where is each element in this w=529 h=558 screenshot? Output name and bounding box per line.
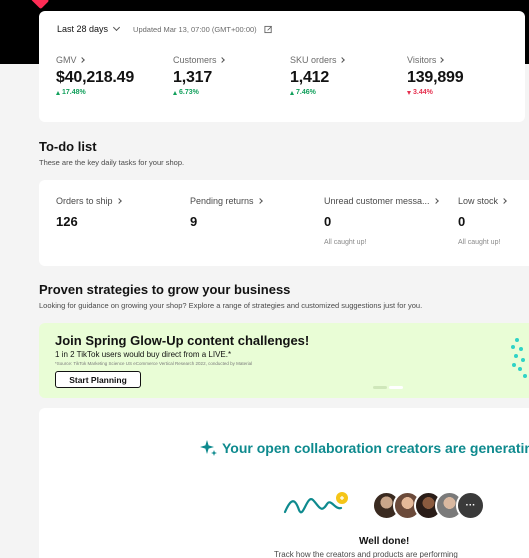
- start-planning-button[interactable]: Start Planning: [55, 371, 141, 388]
- todo-low-stock[interactable]: Low stock 0 All caught up!: [458, 196, 507, 246]
- metric-label: Visitors: [407, 55, 437, 65]
- chevron-right-icon: [256, 198, 263, 204]
- chevron-right-icon: [115, 198, 122, 204]
- edit-icon[interactable]: [264, 25, 273, 34]
- banner-subtitle: 1 in 2 TikTok users would buy direct fro…: [55, 350, 232, 359]
- chevron-right-icon: [438, 57, 445, 63]
- todo-label: Orders to ship: [56, 196, 113, 206]
- arrow-up-icon: [290, 90, 294, 95]
- todo-card: Orders to ship 126 Pending returns 9 Unr…: [39, 180, 529, 266]
- carousel-dot[interactable]: [373, 386, 387, 389]
- track-performance-text: Track how the creators and products are …: [274, 550, 458, 558]
- todo-pending-returns[interactable]: Pending returns 9: [190, 196, 263, 229]
- date-range-dropdown[interactable]: Last 28 days: [57, 23, 121, 34]
- todo-label: Low stock: [458, 196, 499, 206]
- creator-avatars: ···: [372, 491, 485, 520]
- metric-delta: 6.73%: [173, 89, 224, 96]
- well-done-title: Well done!: [359, 536, 410, 547]
- todo-orders-to-ship[interactable]: Orders to ship 126: [56, 196, 122, 229]
- todo-value: 126: [56, 214, 78, 229]
- date-range-row: Last 28 days Updated Mar 13, 07:00 (GMT+…: [57, 23, 273, 34]
- metric-value: 1,412: [290, 69, 330, 86]
- todo-unread-messages[interactable]: Unread customer messa... 0 All caught up…: [324, 196, 439, 246]
- metric-label: SKU orders: [290, 55, 337, 65]
- collab-heading: Your open collaboration creators are gen…: [200, 439, 529, 457]
- metric-customers[interactable]: Customers 1,317 6.73%: [173, 55, 225, 96]
- chevron-right-icon: [78, 57, 85, 63]
- chevron-right-icon: [338, 57, 345, 63]
- todo-note: All caught up!: [458, 239, 501, 246]
- date-range-label: Last 28 days: [57, 24, 109, 34]
- metric-value: 1,317: [173, 69, 213, 86]
- banner-title: Join Spring Glow-Up content challenges!: [55, 333, 310, 348]
- todo-value: 0: [324, 214, 332, 229]
- promo-banner[interactable]: Join Spring Glow-Up content challenges! …: [39, 323, 529, 398]
- collab-title-text: Your open collaboration creators are gen…: [222, 440, 529, 456]
- arrow-up-icon: [173, 90, 177, 95]
- metric-delta: 7.46%: [290, 89, 344, 96]
- banner-fine-print: *Source: TikTok Marketing Science US eCo…: [55, 361, 253, 366]
- arrow-down-icon: [407, 90, 411, 95]
- strategies-title: Proven strategies to grow your business: [39, 282, 291, 297]
- carousel-pagination: [373, 386, 403, 389]
- todo-label: Pending returns: [190, 196, 254, 206]
- collaboration-card: Your open collaboration creators are gen…: [39, 408, 529, 558]
- todo-note: All caught up!: [324, 239, 367, 246]
- todo-label: Unread customer messa...: [324, 196, 430, 206]
- metric-label: GMV: [56, 55, 77, 65]
- metric-value: $40,218.49: [56, 69, 135, 86]
- chevron-right-icon: [218, 57, 225, 63]
- todo-value: 0: [458, 214, 466, 229]
- metric-gmv[interactable]: GMV $40,218.49 17.48%: [56, 55, 134, 96]
- performance-wave-graphic: [283, 492, 348, 514]
- chevron-down-icon: [113, 23, 121, 32]
- todo-title: To-do list: [39, 139, 97, 154]
- metric-value: 139,899: [407, 69, 464, 86]
- brand-accent-shape: [30, 0, 50, 10]
- metric-visitors[interactable]: Visitors 139,899 3.44%: [407, 55, 464, 96]
- metrics-card: Last 28 days Updated Mar 13, 07:00 (GMT+…: [39, 11, 525, 122]
- todo-value: 9: [190, 214, 198, 229]
- chevron-right-icon: [501, 198, 507, 204]
- metric-delta: 3.44%: [407, 89, 463, 96]
- chevron-right-icon: [432, 198, 439, 204]
- todo-subtitle: These are the key daily tasks for your s…: [39, 158, 185, 167]
- arrow-up-icon: [56, 90, 60, 95]
- sparkle-icon: [200, 440, 217, 456]
- metric-sku-orders[interactable]: SKU orders 1,412 7.46%: [290, 55, 345, 96]
- metric-label: Customers: [173, 55, 217, 65]
- strategies-subtitle: Looking for guidance on growing your sho…: [39, 301, 423, 310]
- metric-delta: 17.48%: [56, 89, 134, 96]
- updated-timestamp: Updated Mar 13, 07:00 (GMT+00:00): [133, 24, 257, 34]
- carousel-dot-active[interactable]: [389, 386, 403, 389]
- more-avatars-badge[interactable]: ···: [456, 491, 485, 520]
- decorative-dots-graphic: [511, 338, 527, 378]
